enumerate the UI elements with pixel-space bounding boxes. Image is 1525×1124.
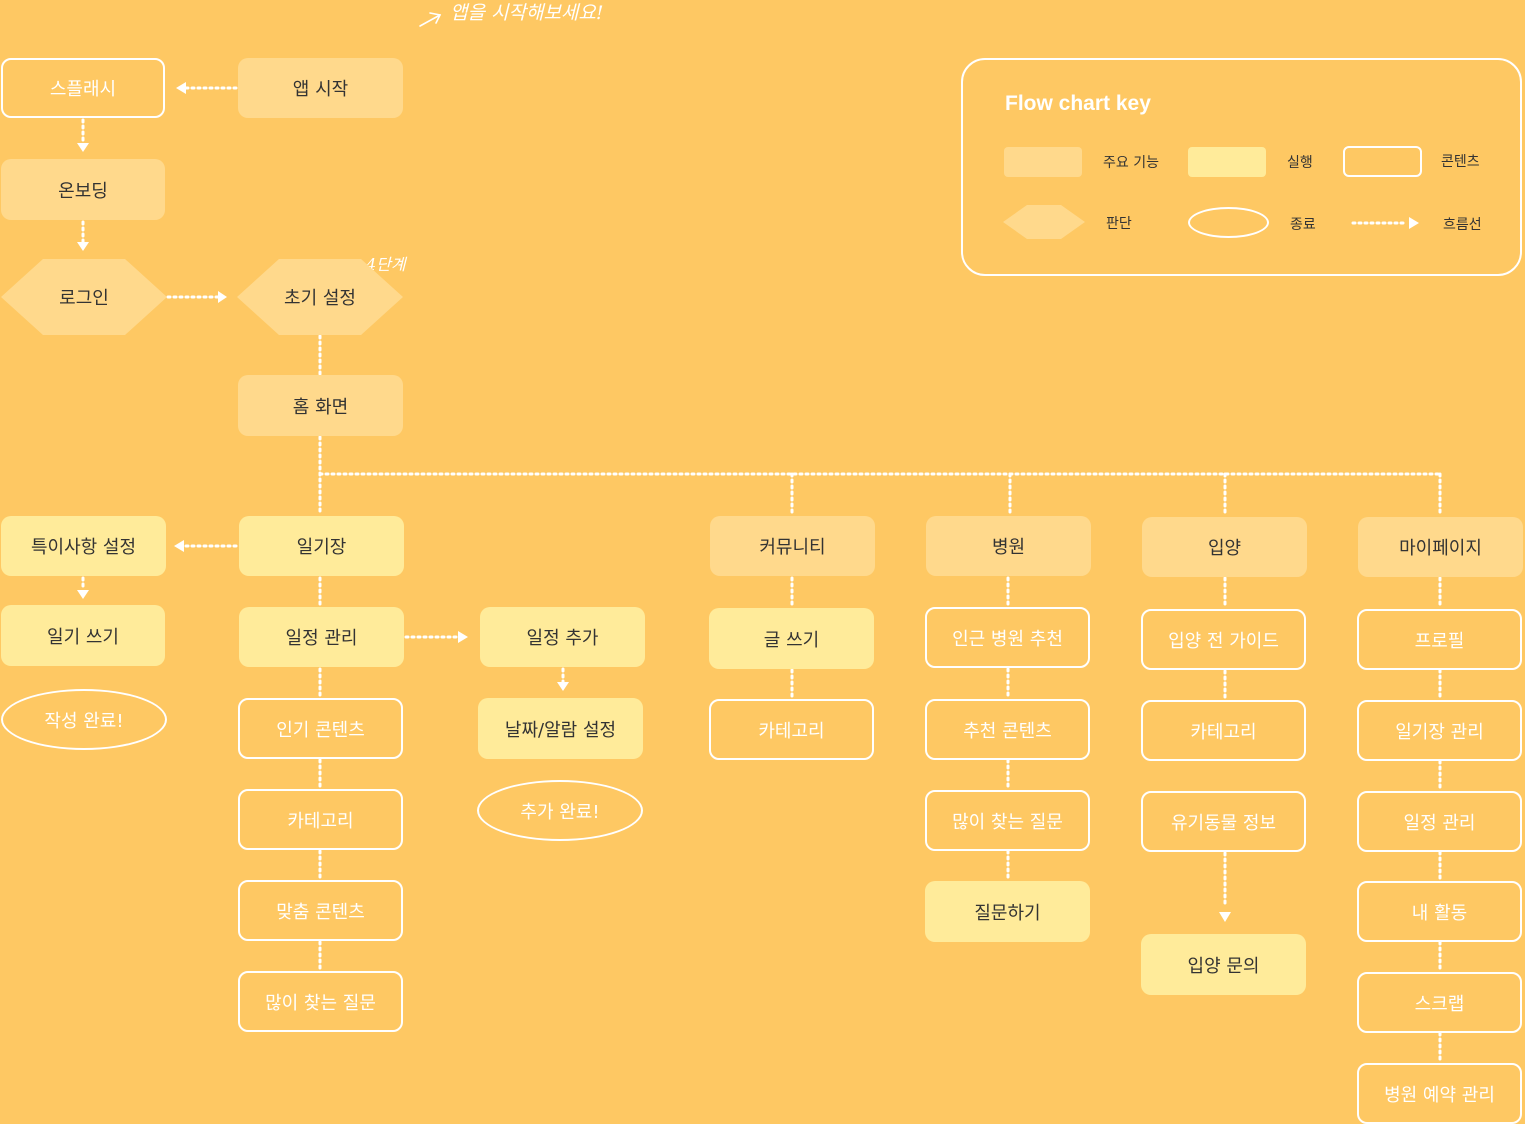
home-node: 홈 화면 bbox=[238, 375, 403, 436]
my-activity-node: 내 활동 bbox=[1357, 881, 1522, 942]
write-diary-node: 일기 쓰기 bbox=[1, 605, 165, 666]
community-category-node: 카테고리 bbox=[709, 699, 874, 760]
scrap-node: 스크랩 bbox=[1357, 972, 1522, 1033]
adoption-category-node: 카테고리 bbox=[1141, 700, 1306, 761]
arrowhead-left-icon bbox=[174, 540, 184, 552]
special-notes-node: 특이사항 설정 bbox=[1, 516, 166, 576]
pre-adoption-guide-node: 입양 전 가이드 bbox=[1141, 609, 1306, 670]
main-feature-swatch bbox=[1004, 147, 1082, 177]
diary-faq-node: 많이 찾는 질문 bbox=[238, 971, 403, 1032]
terminator-key-label: 종료 bbox=[1290, 217, 1316, 233]
splash-node: 스플래시 bbox=[1, 58, 165, 118]
start-hint-annotation: 앱을 시작해보세요! bbox=[450, 2, 604, 24]
arrowhead-right-icon bbox=[218, 291, 227, 303]
content-swatch bbox=[1343, 146, 1422, 177]
add-done-terminator: 추가 완료! bbox=[477, 780, 643, 841]
legend-title: Flow chart key bbox=[1005, 92, 1151, 115]
diary-category-node: 카테고리 bbox=[238, 789, 403, 850]
arrowhead-down-icon bbox=[77, 242, 89, 251]
custom-content-node: 맞춤 콘텐츠 bbox=[238, 880, 403, 941]
flowchart-legend: Flow chart key 주요 기능 실행 콘텐츠 판단 종료 흐름선 bbox=[961, 58, 1522, 276]
execution-swatch bbox=[1188, 147, 1266, 177]
ask-question-node: 질문하기 bbox=[925, 881, 1090, 942]
write-done-terminator: 작성 완료! bbox=[1, 689, 167, 750]
schedule-manage-node: 일정 관리 bbox=[239, 607, 404, 667]
initial-setup-decision: 초기 설정 bbox=[237, 259, 403, 335]
hospital-node: 병원 bbox=[926, 516, 1091, 576]
date-alarm-node: 날짜/알람 설정 bbox=[478, 698, 643, 759]
arrowhead-down-icon bbox=[77, 143, 89, 152]
hospital-booking-node: 병원 예약 관리 bbox=[1357, 1063, 1522, 1124]
initial-setup-label: 초기 설정 bbox=[284, 288, 356, 309]
login-decision: 로그인 bbox=[1, 259, 167, 335]
arrowhead-down-icon bbox=[1219, 912, 1231, 922]
mypage-node: 마이페이지 bbox=[1358, 517, 1523, 577]
terminator-swatch bbox=[1188, 207, 1269, 238]
flow-line-key-label: 흐름선 bbox=[1443, 217, 1482, 233]
diary-node: 일기장 bbox=[239, 516, 404, 576]
adoption-inquiry-node: 입양 문의 bbox=[1141, 934, 1306, 995]
my-schedule-node: 일정 관리 bbox=[1357, 791, 1522, 852]
app-start-node: 앱 시작 bbox=[238, 58, 403, 118]
popular-content-node: 인기 콘텐츠 bbox=[238, 698, 403, 759]
onboarding-node: 온보딩 bbox=[1, 159, 165, 220]
execution-key-label: 실행 bbox=[1287, 155, 1313, 171]
login-label: 로그인 bbox=[59, 288, 109, 309]
flow-line-swatch bbox=[1351, 217, 1419, 229]
nearby-hospital-node: 인근 병원 추천 bbox=[925, 607, 1090, 668]
decision-key-label: 판단 bbox=[1106, 216, 1132, 232]
recommended-content-node: 추천 콘텐츠 bbox=[925, 699, 1090, 760]
profile-node: 프로필 bbox=[1357, 609, 1522, 670]
main-feature-key-label: 주요 기능 bbox=[1103, 155, 1159, 171]
adoption-node: 입양 bbox=[1142, 517, 1307, 577]
add-schedule-node: 일정 추가 bbox=[480, 607, 645, 667]
diary-manage-node: 일기장 관리 bbox=[1357, 700, 1522, 761]
hospital-faq-node: 많이 찾는 질문 bbox=[925, 790, 1090, 851]
content-key-label: 콘텐츠 bbox=[1441, 154, 1480, 170]
decision-swatch bbox=[1003, 205, 1085, 239]
hint-arrow-icon bbox=[419, 12, 442, 27]
arrowhead-down-icon bbox=[557, 682, 569, 691]
arrowhead-down-icon bbox=[77, 590, 89, 599]
arrowhead-right-icon bbox=[458, 631, 468, 643]
write-post-node: 글 쓰기 bbox=[709, 608, 874, 669]
arrowhead-left-icon bbox=[176, 82, 186, 94]
stray-info-node: 유기동물 정보 bbox=[1141, 791, 1306, 852]
community-node: 커뮤니티 bbox=[710, 516, 875, 576]
